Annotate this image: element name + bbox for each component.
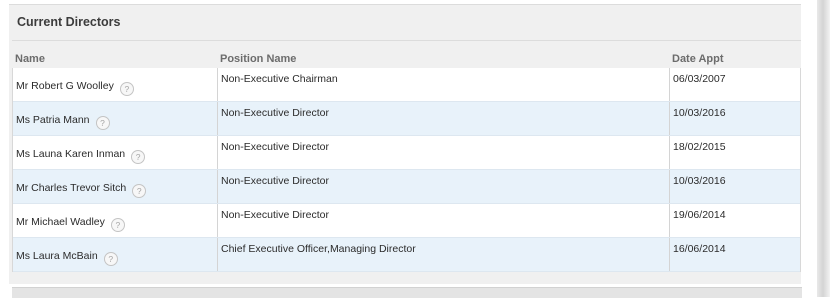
- name-cell: Mr Charles Trevor Sitch?: [13, 170, 218, 203]
- director-name[interactable]: Mr Charles Trevor Sitch: [16, 182, 126, 194]
- date-text: 16/06/2014: [673, 243, 726, 255]
- director-name[interactable]: Ms Laura McBain: [16, 250, 98, 262]
- position-text: Non-Executive Director: [221, 209, 329, 221]
- director-name[interactable]: Ms Launa Karen Inman: [16, 148, 125, 160]
- column-header-name[interactable]: Name: [15, 53, 45, 65]
- name-cell: Ms Laura McBain?: [13, 238, 218, 271]
- date-cell: 10/03/2016: [670, 102, 800, 135]
- date-cell: 16/06/2014: [670, 238, 800, 271]
- table-row: Mr Robert G Woolley? Non-Executive Chair…: [13, 68, 800, 102]
- position-text: Non-Executive Director: [221, 141, 329, 153]
- position-text: Chief Executive Officer,Managing Directo…: [221, 243, 416, 255]
- directors-table-body: Mr Robert G Woolley? Non-Executive Chair…: [12, 68, 801, 272]
- position-cell: Chief Executive Officer,Managing Directo…: [218, 238, 670, 271]
- column-header-date[interactable]: Date Appt: [672, 53, 724, 65]
- title-divider: [12, 40, 801, 41]
- director-name[interactable]: Mr Robert G Woolley: [16, 80, 114, 92]
- date-text: 10/03/2016: [673, 107, 726, 119]
- column-header-position[interactable]: Position Name: [220, 53, 296, 65]
- name-cell: Mr Robert G Woolley?: [13, 68, 218, 101]
- window-right-border: [817, 0, 830, 297]
- date-text: 10/03/2016: [673, 175, 726, 187]
- help-icon[interactable]: ?: [95, 116, 110, 130]
- table-row: Ms Patria Mann? Non-Executive Director 1…: [13, 102, 800, 136]
- panel-title: Current Directors: [17, 15, 121, 29]
- table-row: Ms Launa Karen Inman? Non-Executive Dire…: [13, 136, 800, 170]
- date-cell: 06/03/2007: [670, 68, 800, 101]
- next-panel-header: [12, 287, 802, 298]
- help-icon[interactable]: ?: [119, 82, 134, 96]
- position-cell: Non-Executive Director: [218, 136, 670, 169]
- director-name-text: Mr Charles Trevor Sitch?: [16, 181, 147, 198]
- date-text: 18/02/2015: [673, 141, 726, 153]
- director-name-text: Mr Michael Wadley?: [16, 215, 125, 232]
- name-cell: Ms Launa Karen Inman?: [13, 136, 218, 169]
- director-name-text: Ms Laura McBain?: [16, 249, 118, 266]
- director-name[interactable]: Mr Michael Wadley: [16, 216, 105, 228]
- position-text: Non-Executive Chairman: [221, 73, 338, 85]
- director-name-text: Mr Robert G Woolley?: [16, 79, 134, 96]
- date-cell: 18/02/2015: [670, 136, 800, 169]
- position-cell: Non-Executive Director: [218, 102, 670, 135]
- table-row: Ms Laura McBain? Chief Executive Officer…: [13, 238, 800, 272]
- director-name-text: Ms Patria Mann?: [16, 113, 110, 130]
- name-cell: Mr Michael Wadley?: [13, 204, 218, 237]
- date-cell: 10/03/2016: [670, 170, 800, 203]
- position-text: Non-Executive Director: [221, 107, 329, 119]
- director-name-text: Ms Launa Karen Inman?: [16, 147, 146, 164]
- help-icon[interactable]: ?: [103, 252, 118, 266]
- position-cell: Non-Executive Chairman: [218, 68, 670, 101]
- table-row: Mr Michael Wadley? Non-Executive Directo…: [13, 204, 800, 238]
- director-name[interactable]: Ms Patria Mann: [16, 114, 90, 126]
- position-text: Non-Executive Director: [221, 175, 329, 187]
- date-cell: 19/06/2014: [670, 204, 800, 237]
- table-row: Mr Charles Trevor Sitch? Non-Executive D…: [13, 170, 800, 204]
- position-cell: Non-Executive Director: [218, 204, 670, 237]
- name-cell: Ms Patria Mann?: [13, 102, 218, 135]
- date-text: 06/03/2007: [673, 73, 726, 85]
- position-cell: Non-Executive Director: [218, 170, 670, 203]
- date-text: 19/06/2014: [673, 209, 726, 221]
- current-directors-panel: Current Directors Name Position Name Dat…: [9, 4, 801, 284]
- help-icon[interactable]: ?: [110, 218, 125, 232]
- help-icon[interactable]: ?: [132, 184, 147, 198]
- help-icon[interactable]: ?: [131, 150, 146, 164]
